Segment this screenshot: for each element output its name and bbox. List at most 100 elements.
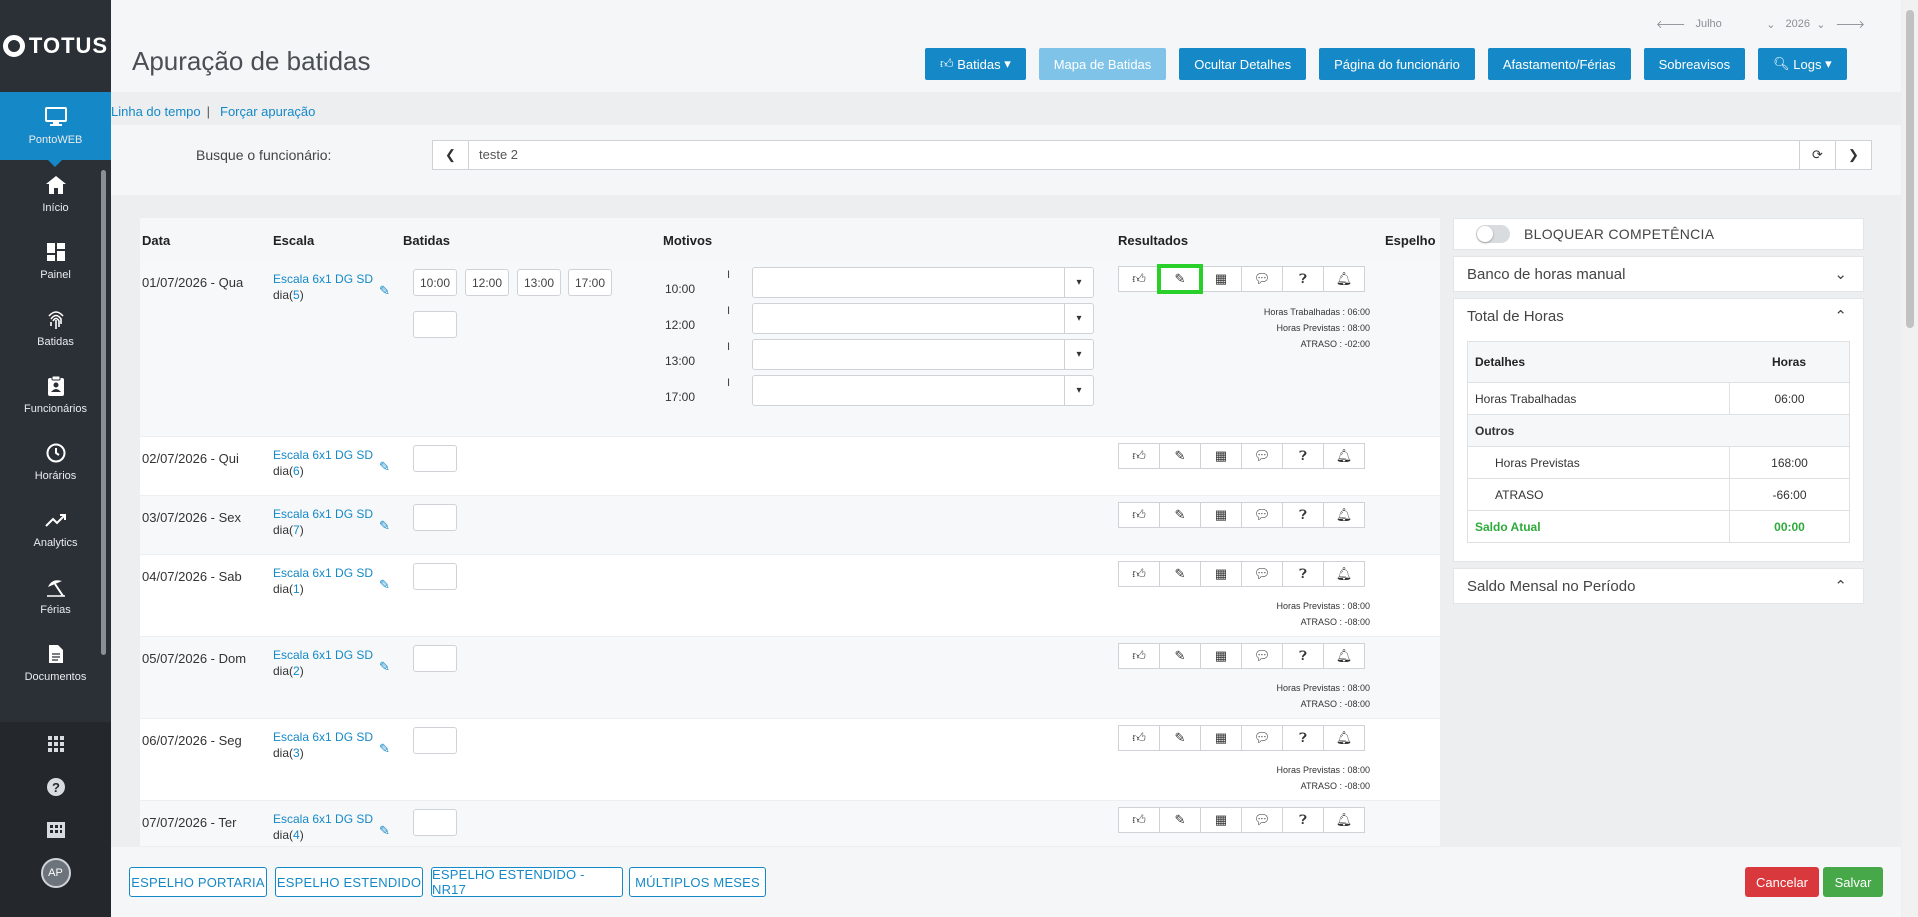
calendar-icon[interactable]: ▦	[1200, 266, 1242, 292]
escala-link[interactable]: Escala 6x1 DG SD	[273, 507, 373, 521]
question-icon[interactable]: ❓︎	[1282, 443, 1324, 469]
bell-icon[interactable]: 🔔︎	[1323, 266, 1365, 292]
edit-pencil-icon[interactable]: ✎	[1159, 561, 1201, 587]
edit-escala-pencil-icon[interactable]: ✎	[379, 577, 390, 593]
comment-icon[interactable]: 💬︎	[1241, 561, 1283, 587]
comment-icon[interactable]: 💬︎	[1241, 502, 1283, 528]
new-batida-input[interactable]	[413, 563, 457, 590]
edit-escala-pencil-icon[interactable]: ✎	[379, 459, 390, 475]
refresh-button[interactable]: ⟳	[1799, 141, 1835, 169]
scrollbar-thumb[interactable]	[1906, 10, 1914, 328]
question-icon[interactable]: ❓︎	[1282, 807, 1324, 833]
espelho-estendido-button[interactable]: ESPELHO ESTENDIDO	[275, 867, 423, 897]
approve-thumbs-up-icon[interactable]: 👍︎	[1118, 502, 1160, 528]
calendar-icon[interactable]: ▦	[1200, 561, 1242, 587]
total-horas-header[interactable]: Total de Horas ⌃	[1454, 299, 1863, 333]
sidebar-item-pontoweb[interactable]: PontoWEB	[0, 92, 111, 167]
calendar-icon[interactable]: ▦	[1200, 643, 1242, 669]
batida-input[interactable]: 13:00	[517, 269, 561, 296]
page-scrollbar[interactable]	[1902, 0, 1918, 917]
employee-search-input[interactable]: teste 2	[469, 141, 1799, 169]
edit-escala-pencil-icon[interactable]: ✎	[379, 741, 390, 757]
comment-icon[interactable]: 💬︎	[1241, 643, 1283, 669]
banco-horas-header[interactable]: Banco de horas manual ⌄	[1454, 257, 1863, 291]
calendar-icon[interactable]: ▦	[1200, 725, 1242, 751]
escala-link[interactable]: Escala 6x1 DG SD	[273, 448, 373, 462]
bell-icon[interactable]: 🔔︎	[1323, 502, 1365, 528]
ocultar-detalhes-button[interactable]: Ocultar Detalhes	[1179, 48, 1307, 80]
approve-thumbs-up-icon[interactable]: 👍︎	[1118, 561, 1160, 587]
cancel-button[interactable]: Cancelar	[1745, 867, 1819, 897]
bell-icon[interactable]: 🔔︎	[1323, 725, 1365, 751]
batidas-dropdown-button[interactable]: 👍︎ Batidas ▾	[925, 48, 1026, 80]
motivo-select[interactable]	[752, 375, 1094, 406]
batida-input[interactable]: 10:00	[413, 269, 457, 296]
question-icon[interactable]: ❓︎	[1282, 266, 1324, 292]
new-batida-input[interactable]	[413, 504, 457, 531]
prev-employee-button[interactable]: ❮	[433, 141, 469, 169]
comment-icon[interactable]: 💬︎	[1241, 725, 1283, 751]
next-employee-button[interactable]: ❯	[1835, 141, 1871, 169]
apps-grid-icon[interactable]	[0, 722, 111, 765]
afastamento-ferias-button[interactable]: Afastamento/Férias	[1487, 48, 1631, 80]
sobreavisos-button[interactable]: Sobreavisos	[1643, 48, 1746, 80]
calendar-icon[interactable]: ▦	[1200, 443, 1242, 469]
dia-link[interactable]: 7	[293, 523, 300, 537]
sidebar-item-ferias[interactable]: Férias	[0, 562, 111, 629]
pagina-funcionario-button[interactable]: Página do funcionário	[1319, 48, 1475, 80]
escala-link[interactable]: Escala 6x1 DG SD	[273, 730, 373, 744]
batida-input[interactable]: 12:00	[465, 269, 509, 296]
bell-icon[interactable]: 🔔︎	[1323, 807, 1365, 833]
approve-thumbs-up-icon[interactable]: 👍︎	[1118, 443, 1160, 469]
new-batida-input[interactable]	[413, 445, 457, 472]
dia-link[interactable]: 6	[293, 464, 300, 478]
bloquear-competencia-toggle[interactable]: BLOQUEAR COMPETÊNCIA	[1453, 218, 1864, 250]
prev-month-arrow-icon[interactable]: 🡐	[1656, 17, 1686, 31]
question-icon[interactable]: ❓︎	[1282, 643, 1324, 669]
motivo-select[interactable]	[752, 303, 1094, 334]
motivo-select[interactable]	[752, 267, 1094, 298]
approve-thumbs-up-icon[interactable]: 👍︎	[1118, 725, 1160, 751]
escala-link[interactable]: Escala 6x1 DG SD	[273, 272, 373, 286]
multiplos-meses-button[interactable]: MÚLTIPLOS MESES	[629, 867, 766, 897]
sidebar-item-horarios[interactable]: Horários	[0, 428, 111, 495]
edit-pencil-icon[interactable]: ✎	[1159, 443, 1201, 469]
mapa-batidas-button[interactable]: Mapa de Batidas	[1038, 48, 1167, 80]
linha-do-tempo-link[interactable]: Linha do tempo	[111, 104, 201, 119]
escala-link[interactable]: Escala 6x1 DG SD	[273, 648, 373, 662]
month-select[interactable]: Julho ⌄	[1696, 18, 1776, 31]
help-icon[interactable]: ?	[0, 765, 111, 808]
escala-link[interactable]: Escala 6x1 DG SD	[273, 812, 373, 826]
new-batida-input[interactable]	[413, 645, 457, 672]
new-batida-input[interactable]	[413, 809, 457, 836]
question-icon[interactable]: ❓︎	[1282, 725, 1324, 751]
question-icon[interactable]: ❓︎	[1282, 561, 1324, 587]
espelho-portaria-button[interactable]: ESPELHO PORTARIA	[129, 867, 267, 897]
motivo-select[interactable]	[752, 339, 1094, 370]
question-icon[interactable]: ❓︎	[1282, 502, 1324, 528]
edit-escala-pencil-icon[interactable]: ✎	[379, 659, 390, 675]
building-icon[interactable]	[0, 808, 111, 851]
approve-thumbs-up-icon[interactable]: 👍︎	[1118, 266, 1160, 292]
sidebar-scrollbar[interactable]	[101, 170, 106, 655]
dia-link[interactable]: 1	[293, 582, 300, 596]
edit-pencil-icon[interactable]: ✎	[1159, 807, 1201, 833]
save-button[interactable]: Salvar	[1823, 867, 1883, 897]
next-month-arrow-icon[interactable]: 🡒	[1836, 17, 1866, 31]
edit-escala-pencil-icon[interactable]: ✎	[379, 283, 390, 299]
espelho-estendido-nr17-button[interactable]: ESPELHO ESTENDIDO - NR17	[431, 867, 623, 897]
comment-icon[interactable]: 💬︎	[1241, 266, 1283, 292]
bell-icon[interactable]: 🔔︎	[1323, 643, 1365, 669]
year-select[interactable]: 2026 ⌄	[1786, 18, 1826, 31]
dia-link[interactable]: 3	[293, 746, 300, 760]
edit-pencil-icon[interactable]: ✎	[1159, 643, 1201, 669]
approve-thumbs-up-icon[interactable]: 👍︎	[1118, 807, 1160, 833]
edit-escala-pencil-icon[interactable]: ✎	[379, 518, 390, 534]
new-batida-input[interactable]	[413, 727, 457, 754]
totus-logo[interactable]: TOTUS	[0, 0, 111, 92]
dia-link[interactable]: 4	[293, 828, 300, 842]
sidebar-item-painel[interactable]: Painel	[0, 227, 111, 294]
edit-pencil-icon[interactable]: ✎	[1157, 264, 1203, 294]
dia-link[interactable]: 2	[293, 664, 300, 678]
approve-thumbs-up-icon[interactable]: 👍︎	[1118, 643, 1160, 669]
